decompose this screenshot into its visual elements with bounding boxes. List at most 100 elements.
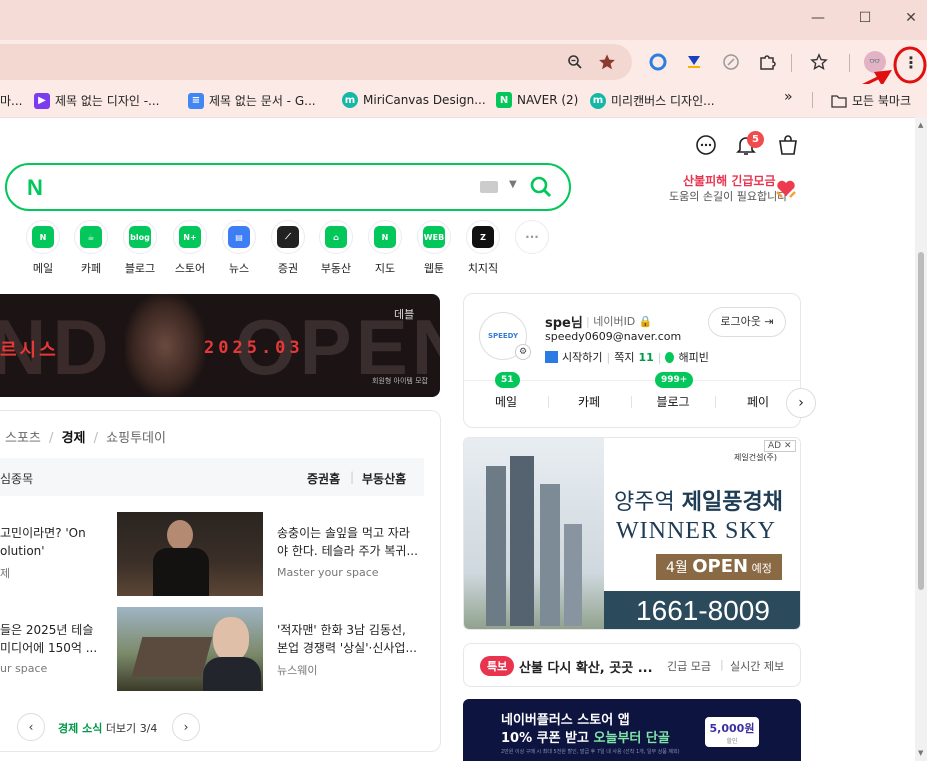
store-app-ad[interactable]: 네이버플러스 스토어 앱 10% 쿠폰 받고 오늘부터 단골 2만원 이상 구매… <box>463 699 801 761</box>
shortcut-glyph: ▤ <box>228 226 250 248</box>
banner-brand: 데블 <box>394 308 415 321</box>
news-title-line: 송충이는 솔잎을 먹고 자라 <box>277 526 410 540</box>
coupon-sub: 할인 <box>726 738 738 745</box>
scrollbar-thumb[interactable] <box>918 252 924 590</box>
shortcut-icon: Z <box>466 220 500 254</box>
news-item-title[interactable]: 고민이라면? 'On olution' <box>0 524 86 560</box>
shortcut-icon: ▤ <box>222 220 256 254</box>
tab-shopping[interactable]: 쇼핑투데이 <box>106 431 166 446</box>
bookmark-item[interactable]: N NAVER (2) <box>496 92 578 108</box>
news-thumbnail[interactable] <box>117 607 263 691</box>
lock-icon: 🔒 <box>638 315 653 328</box>
shortcut-부동산[interactable]: ⌂ 부동산 <box>313 220 359 276</box>
live-report-link[interactable]: 실시간 제보 <box>730 658 784 674</box>
tab-sports[interactable]: 스포츠 <box>5 431 41 446</box>
ad-brand: 제일건설(주) <box>734 453 778 462</box>
pager-label[interactable]: 경제 소식 <box>58 722 102 735</box>
news-prev-button[interactable]: ‹ <box>17 713 45 741</box>
shortcut-치지직[interactable]: Z 치지직 <box>460 220 506 276</box>
promo-banner[interactable]: ND OPEN 르시스 2025.03 데블 회원형 아이템 모잡 <box>0 294 440 397</box>
apartment-ad[interactable]: AD ✕ 제일건설(주) 양주역 제일풍경채 WINNER SKY 4월 OPE… <box>463 437 801 630</box>
bookmark-item[interactable]: ≡ 제목 없는 문서 - G... <box>188 92 316 109</box>
keyboard-icon[interactable] <box>480 181 498 193</box>
download-extension-icon[interactable] <box>683 51 705 73</box>
miricanvas-icon: m <box>342 92 358 108</box>
ad-label[interactable]: AD ✕ <box>764 440 796 452</box>
pager-more[interactable]: 더보기 <box>106 722 136 735</box>
bookmark-item[interactable]: m 미리캔버스 디자인... <box>590 92 715 109</box>
talk-icon[interactable] <box>694 133 718 157</box>
ad-phone: 1661-8009 <box>604 591 800 629</box>
tab-economy[interactable]: 경제 <box>62 431 86 446</box>
bookmark-item[interactable]: 마... <box>0 92 22 109</box>
emergency-donation-link[interactable]: 긴급 모금 <box>667 658 711 674</box>
search-box[interactable]: N ▼ <box>5 163 571 211</box>
news-item-title[interactable]: 송충이는 솔잎을 먹고 자라 야 한다. 테슬라 주가 복귀... <box>277 524 418 560</box>
shortcut-icon: ☕ <box>74 220 108 254</box>
search-icon[interactable] <box>529 175 553 199</box>
heart-hands-icon[interactable] <box>774 176 798 200</box>
news-item-title[interactable]: 들은 2025년 테슬 미디어에 150억 ... <box>0 621 97 657</box>
realestate-home-link[interactable]: 부동산홈 <box>362 470 406 487</box>
note-link[interactable]: 쪽지 <box>614 349 634 365</box>
shortcut-more[interactable]: ··· <box>509 220 555 260</box>
shortcut-블로그[interactable]: blog 블로그 <box>117 220 163 276</box>
naver-id-label[interactable]: | 네이버ID 🔒 <box>586 313 652 329</box>
settings-gear-icon[interactable]: ⚙ <box>515 344 531 360</box>
zoom-icon[interactable] <box>564 51 586 73</box>
banner-sub: 회원형 아이템 모잡 <box>372 377 428 385</box>
shortcut-icon: WEB <box>417 220 451 254</box>
bookmark-item[interactable]: m MiriCanvas Design... <box>342 92 486 108</box>
all-bookmarks-button[interactable]: 모든 북마크 <box>831 92 911 109</box>
start-link[interactable]: 시작하기 <box>562 349 602 365</box>
shortcut-label: 웹툰 <box>423 262 445 275</box>
shortcut-뉴스[interactable]: ▤ 뉴스 <box>216 220 262 276</box>
services-next-button[interactable]: › <box>786 388 816 418</box>
bookmark-star-icon[interactable] <box>596 51 618 73</box>
bookmark-item[interactable]: ▶ 제목 없는 디자인 -... <box>34 92 160 109</box>
bookmarks-overflow-button[interactable]: » <box>784 89 793 105</box>
stock-home-link[interactable]: 증권홈 <box>307 470 340 487</box>
bookmarks-divider <box>812 92 813 108</box>
address-bar[interactable] <box>0 44 632 80</box>
service-tab[interactable]: 페이 <box>723 393 793 410</box>
shortcut-카페[interactable]: ☕ 카페 <box>68 220 114 276</box>
news-title-line: '적자맨' 한화 3남 김동선, <box>277 623 406 637</box>
banner-date: 2025.03 <box>204 338 304 358</box>
happybean-link[interactable]: 해피빈 <box>678 349 708 365</box>
compass-extension-icon[interactable] <box>720 51 742 73</box>
naver-id-text: 네이버ID <box>593 315 636 328</box>
logout-button[interactable]: 로그아웃 ⇥ <box>708 307 786 337</box>
shortcut-웹툰[interactable]: WEB 웹툰 <box>411 220 457 276</box>
news-sub-label[interactable]: 심종목 <box>0 470 33 487</box>
breaking-headline[interactable]: 산불 다시 확산, 곳곳 ... <box>519 657 653 676</box>
shortcut-glyph: ⌂ <box>325 226 347 248</box>
extensions-puzzle-icon[interactable] <box>756 51 778 73</box>
service-tab[interactable]: 카페 <box>554 393 624 410</box>
service-tab[interactable]: 메일 <box>471 393 541 410</box>
shortcut-메일[interactable]: N 메일 <box>20 220 66 276</box>
fire-relief-title[interactable]: 산불피해 긴급모금 <box>683 172 776 189</box>
news-title-line: olution' <box>0 544 45 558</box>
page-scrollbar[interactable]: ▲ ▼ <box>915 117 927 761</box>
news-thumbnail[interactable] <box>117 512 263 596</box>
shortcut-지도[interactable]: N 지도 <box>362 220 408 276</box>
chevron-down-icon[interactable]: ▼ <box>509 179 517 190</box>
shopping-bag-icon[interactable] <box>776 133 800 157</box>
close-window-button[interactable]: ✕ <box>901 8 921 28</box>
user-name[interactable]: spe님 <box>545 312 583 331</box>
extension-blue-icon[interactable] <box>647 51 669 73</box>
window-titlebar: — ☐ ✕ <box>0 0 927 40</box>
shortcut-증권[interactable]: ⟋ 증권 <box>265 220 311 276</box>
news-item-title[interactable]: '적자맨' 한화 3남 김동선, 본업 경쟁력 '상실'·신사업... <box>277 621 417 657</box>
news-title-line: 미디어에 150억 ... <box>0 641 98 655</box>
news-source: ur space <box>0 662 48 675</box>
news-next-button[interactable]: › <box>172 713 200 741</box>
shortcut-스토어[interactable]: N+ 스토어 <box>167 220 213 276</box>
divider <box>631 396 632 408</box>
service-tab[interactable]: 블로그 <box>638 393 708 410</box>
divider: | <box>350 470 355 484</box>
toolbar: 👓 ⋮ <box>0 40 927 116</box>
minimize-button[interactable]: — <box>808 8 828 28</box>
maximize-button[interactable]: ☐ <box>855 8 875 28</box>
